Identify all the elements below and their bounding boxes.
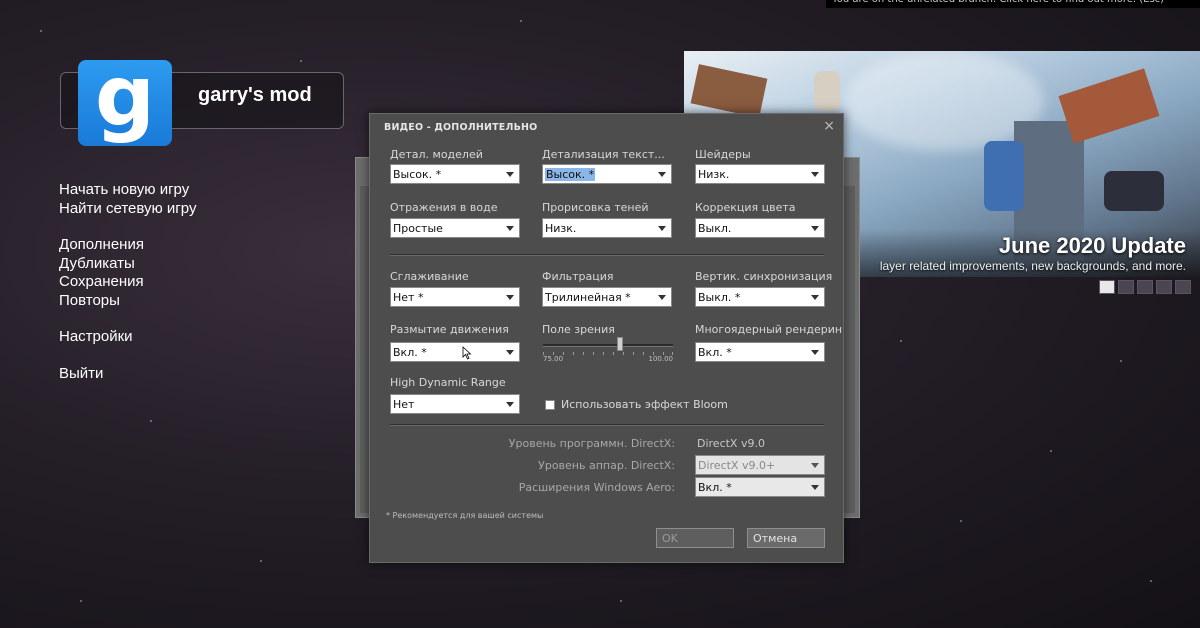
- promo-page-dot[interactable]: [1099, 280, 1115, 294]
- water-detail-label: Отражения в воде: [390, 201, 498, 214]
- chevron-down-icon: [811, 295, 819, 300]
- menu-addons[interactable]: Дополнения: [59, 236, 196, 255]
- color-correction-select[interactable]: Выкл.: [695, 218, 825, 238]
- bloom-checkbox[interactable]: [545, 400, 555, 410]
- fov-max-label: 100.00: [648, 355, 674, 363]
- dx-software-value: DirectX v9.0: [697, 437, 765, 450]
- texture-detail-label: Детализация текст...: [542, 148, 665, 161]
- fov-slider[interactable]: 75.00 100.00: [543, 337, 674, 366]
- promo-page-dot[interactable]: [1175, 280, 1191, 294]
- motion-blur-select[interactable]: Вкл. *: [390, 342, 520, 362]
- dialog-title: ВИДЕО - ДОПОЛНИТЕЛЬНО: [384, 122, 538, 133]
- fov-min-label: 75.00: [543, 355, 564, 363]
- game-title: garry's mod: [198, 84, 312, 106]
- slider-track: [543, 344, 673, 347]
- chevron-down-icon: [811, 485, 819, 490]
- chevron-down-icon: [811, 350, 819, 355]
- promo-page-dot[interactable]: [1118, 280, 1134, 294]
- menu-find-server[interactable]: Найти сетевую игру: [59, 200, 196, 219]
- color-correction-label: Коррекция цвета: [695, 201, 796, 214]
- menu-demos[interactable]: Повторы: [59, 292, 196, 311]
- promo-pager: [1099, 280, 1191, 294]
- advanced-video-dialog: ВИДЕО - ДОПОЛНИТЕЛЬНО × Детал. моделей В…: [369, 113, 844, 563]
- chevron-down-icon: [811, 226, 819, 231]
- filtering-select[interactable]: Трилинейная *: [542, 287, 672, 307]
- menu-new-game[interactable]: Начать новую игру: [59, 181, 196, 200]
- bloom-label: Использовать эффект Bloom: [561, 398, 728, 411]
- multicore-select[interactable]: Вкл. *: [695, 342, 825, 362]
- aero-label: Расширения Windows Aero:: [518, 481, 675, 494]
- antialiasing-label: Сглаживание: [390, 270, 469, 283]
- shader-detail-select[interactable]: Низк.: [695, 164, 825, 184]
- antialiasing-select[interactable]: Нет *: [390, 287, 520, 307]
- multicore-label: Многоядерный рендеринг: [695, 323, 843, 336]
- promo-page-dot[interactable]: [1137, 280, 1153, 294]
- mouse-cursor-icon: [462, 346, 472, 360]
- motion-blur-label: Размытие движения: [390, 323, 509, 336]
- chevron-down-icon: [506, 226, 514, 231]
- model-detail-label: Детал. моделей: [390, 148, 483, 161]
- hdr-label: High Dynamic Range: [390, 376, 506, 389]
- chevron-down-icon: [658, 172, 666, 177]
- water-detail-select[interactable]: Простые: [390, 218, 520, 238]
- shadow-detail-select[interactable]: Низк.: [542, 218, 672, 238]
- filtering-label: Фильтрация: [542, 270, 614, 283]
- hdr-select[interactable]: Нет: [390, 394, 520, 414]
- dx-hardware-select[interactable]: DirectX v9.0+: [695, 455, 825, 475]
- promo-subtitle: layer related improvements, new backgrou…: [879, 259, 1186, 273]
- menu-options[interactable]: Настройки: [59, 328, 196, 347]
- chevron-down-icon: [506, 295, 514, 300]
- recommended-note: * Рекомендуется для вашей системы: [386, 511, 544, 520]
- chevron-down-icon: [658, 226, 666, 231]
- main-menu: Начать новую игру Найти сетевую игру Доп…: [59, 181, 196, 383]
- close-icon[interactable]: ×: [823, 118, 835, 134]
- texture-detail-select[interactable]: Высок. *: [542, 164, 672, 184]
- separator: [390, 254, 824, 256]
- dx-software-label: Уровень программн. DirectX:: [508, 437, 675, 450]
- chevron-down-icon: [658, 295, 666, 300]
- cancel-button[interactable]: Отмена: [747, 528, 825, 548]
- gmod-logo-icon: g: [78, 54, 172, 146]
- slider-handle[interactable]: [617, 337, 624, 351]
- chevron-down-icon: [811, 172, 819, 177]
- ok-button[interactable]: OK: [656, 528, 734, 548]
- aero-select[interactable]: Вкл. *: [695, 477, 825, 497]
- chevron-down-icon: [506, 350, 514, 355]
- fov-label: Поле зрения: [542, 323, 615, 336]
- separator: [390, 424, 824, 426]
- chevron-down-icon: [506, 172, 514, 177]
- menu-saves[interactable]: Сохранения: [59, 273, 196, 292]
- model-detail-select[interactable]: Высок. *: [390, 164, 520, 184]
- chevron-down-icon: [811, 463, 819, 468]
- vsync-label: Вертик. синхронизация: [695, 270, 833, 283]
- shader-detail-label: Шейдеры: [695, 148, 751, 161]
- chevron-down-icon: [506, 402, 514, 407]
- vsync-select[interactable]: Выкл. *: [695, 287, 825, 307]
- dx-hardware-label: Уровень аппар. DirectX:: [538, 459, 675, 472]
- promo-page-dot[interactable]: [1156, 280, 1172, 294]
- promo-title: June 2020 Update: [998, 233, 1186, 258]
- menu-quit[interactable]: Выйти: [59, 365, 196, 384]
- branch-banner[interactable]: You are on the unrelated branch. Click h…: [826, 0, 1200, 8]
- menu-dupes[interactable]: Дубликаты: [59, 255, 196, 274]
- shadow-detail-label: Прорисовка теней: [542, 201, 649, 214]
